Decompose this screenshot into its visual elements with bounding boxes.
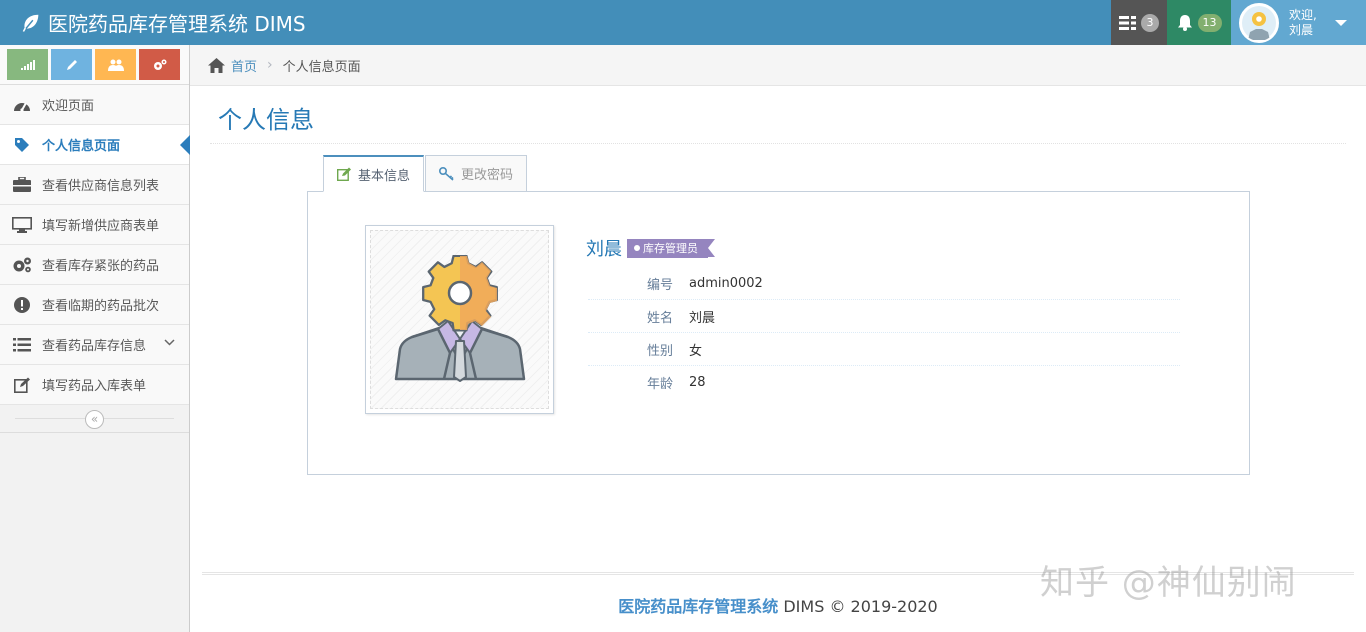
tasks-badge: 3 [1141,13,1159,32]
sidebar-item-profile[interactable]: 个人信息页面 [0,125,190,165]
role-badge: 库存管理员 [627,238,715,258]
sidebar-item-inventory[interactable]: 查看药品库存信息 [0,325,189,365]
sidebar-collapse-button[interactable]: « [85,410,104,429]
signal-icon [20,59,35,70]
user-menu[interactable]: 欢迎, 刘晨 [1231,0,1366,45]
key-icon [439,166,455,181]
welcome-text: 欢迎, [1289,7,1317,22]
briefcase-icon [12,176,32,194]
tab-basic-info[interactable]: 基本信息 [323,155,425,192]
sidebar-item-label: 查看库存紧张的药品 [42,259,160,274]
settings-shortcut-button[interactable] [139,49,180,80]
info-label: 年龄 [646,377,673,392]
sidebar-item-expiring-batches[interactable]: 查看临期的药品批次 [0,285,189,325]
info-label: 性别 [646,343,673,359]
breadcrumb-current: 个人信息页面 [282,59,361,75]
info-value: 刘晨 [689,310,716,326]
sidebar-item-stock-in[interactable]: 填写药品入库表单 [0,365,189,405]
exclamation-circle-icon [12,296,32,314]
watermark: 知乎 @神仙别闹 [1040,563,1297,603]
stats-shortcut-button[interactable] [7,49,48,80]
page-header: 个人信息 [210,86,1346,144]
info-row-name: 姓名 刘晨 [588,300,1180,333]
sidebar-collapse-bar: « [0,405,189,433]
home-icon [208,57,225,73]
top-navbar: 医院药品库存管理系统 DIMS 3 13 欢迎, 刘晨 [0,0,1366,45]
users-shortcut-button[interactable] [95,49,136,80]
footer-copyright: DIMS © 2019-2020 [778,597,938,616]
role-label: 库存管理员 [643,241,698,255]
brand[interactable]: 医院药品库存管理系统 DIMS [20,0,306,45]
tasks-button[interactable]: 3 [1111,0,1167,45]
tab-content-basic-info: 刘晨 库存管理员 编号 admin0002 姓名 刘晨 性别 女 年龄 28 [307,191,1250,475]
sidebar-item-label: 查看药品库存信息 [42,339,147,354]
user-name: 刘晨 [1289,22,1314,37]
shortcuts [0,45,189,85]
pencil-icon [66,59,77,70]
tab-change-password[interactable]: 更改密码 [425,155,528,192]
sidebar-item-low-stock[interactable]: 查看库存紧张的药品 [0,245,189,285]
leaf-icon [22,14,39,32]
profile-avatar[interactable] [365,225,554,414]
tasks-icon [1119,15,1136,30]
users-icon [107,59,124,71]
info-value: admin0002 [689,275,763,291]
edit-icon [337,167,352,181]
info-value: 28 [689,375,706,390]
sidebar-item-label: 欢迎页面 [42,99,95,114]
info-value: 女 [689,343,703,359]
chevron-down-icon [164,339,175,346]
sidebar-item-supplier-list[interactable]: 查看供应商信息列表 [0,165,189,205]
sidebar-item-label: 填写药品入库表单 [42,379,147,394]
profile-info-table: 编号 admin0002 姓名 刘晨 性别 女 年龄 28 [588,267,1180,399]
cogs-icon [12,256,32,274]
tag-icon [12,136,32,154]
sidebar-item-label: 查看供应商信息列表 [42,179,160,194]
avatar [1239,2,1279,43]
sidebar: 欢迎页面 个人信息页面 查看供应商信息列表 填写新增供应商表单 查看库存紧张的药… [0,45,190,632]
brand-title: 医院药品库存管理系统 DIMS [48,12,306,36]
info-label: 编号 [646,277,673,293]
info-row-age: 年龄 28 [588,366,1180,399]
breadcrumb-home-link[interactable]: 首页 [231,56,257,75]
page-title: 个人信息 [218,106,314,134]
caret-down-icon [1334,19,1347,26]
avatar-gear-icon [1242,5,1276,40]
sidebar-item-label: 填写新增供应商表单 [42,219,160,234]
footer-brand: 医院药品库存管理系统 [618,597,779,616]
gear-head-avatar-icon [394,254,525,382]
breadcrumb-separator-icon: › [267,57,273,73]
info-label: 姓名 [646,310,673,326]
sidebar-item-add-supplier[interactable]: 填写新增供应商表单 [0,205,189,245]
info-row-gender: 性别 女 [588,333,1180,366]
info-row-id: 编号 admin0002 [588,267,1180,300]
desktop-icon [12,216,32,234]
sidebar-menu: 欢迎页面 个人信息页面 查看供应商信息列表 填写新增供应商表单 查看库存紧张的药… [0,85,190,405]
dot-icon [634,244,640,251]
sidebar-item-label: 个人信息页面 [42,139,121,154]
bell-icon [1177,15,1192,31]
breadcrumb: 首页 › 个人信息页面 [190,45,1366,86]
dashboard-icon [12,96,32,114]
edit-icon [12,376,32,394]
profile-name: 刘晨 [586,239,622,260]
profile-tabs: 基本信息 更改密码 [323,155,528,192]
sidebar-item-label: 查看临期的药品批次 [42,299,160,314]
cogs-icon [153,59,166,70]
notifications-button[interactable]: 13 [1167,0,1231,45]
list-icon [12,336,32,354]
tab-label: 基本信息 [358,168,411,184]
notifications-badge: 13 [1197,13,1222,32]
tab-label: 更改密码 [461,168,514,183]
edit-shortcut-button[interactable] [51,49,92,80]
sidebar-item-welcome[interactable]: 欢迎页面 [0,85,189,125]
profile-name-line: 刘晨 库存管理员 [586,235,715,261]
